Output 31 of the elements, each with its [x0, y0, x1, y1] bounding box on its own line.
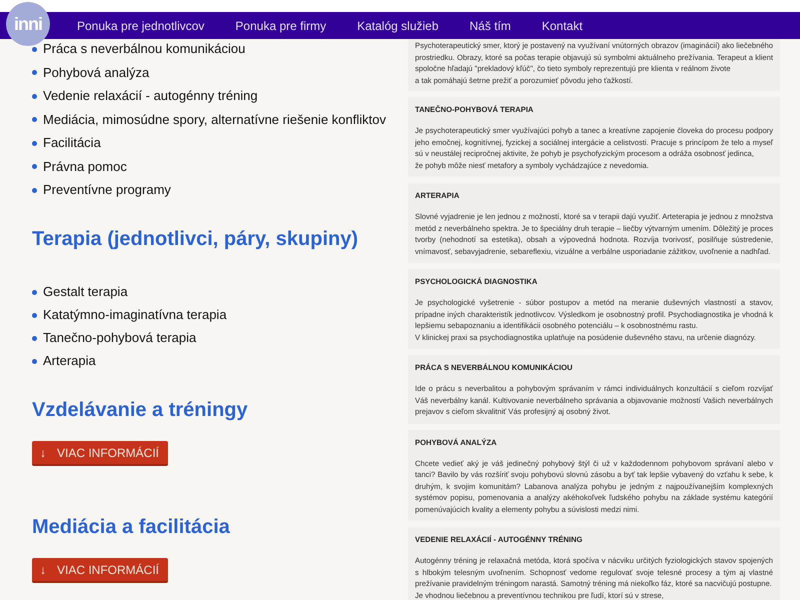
- list-item: Facilitácia: [43, 134, 101, 152]
- section-heading: Terapia (jednotlivci, páry, skupiny): [32, 227, 358, 252]
- nav-link[interactable]: Kontakt: [542, 16, 583, 34]
- bullet-icon: [32, 164, 37, 169]
- bullet-icon: [32, 140, 37, 146]
- section-heading: Vzdelávanie a tréningy: [32, 398, 248, 423]
- bullet-icon: [32, 290, 37, 294]
- list-item: Preventívne programy: [43, 181, 171, 200]
- more-info-button[interactable]: ↓ VIAC INFORMÁCIÍ: [32, 441, 168, 466]
- bullet-icon: [32, 117, 37, 122]
- list-item: Arterapia: [43, 352, 96, 370]
- list-item: Vedenie relaxácií - autogénny tréning: [43, 87, 258, 106]
- list-item: Gestalt terapia: [43, 283, 128, 302]
- list-item: Mediácia, mimosúdne spory, alternatívne riešenie konfliktov: [43, 110, 386, 129]
- nav-link[interactable]: Náš tím: [470, 16, 511, 34]
- list-item: Právna pomoc: [43, 158, 127, 176]
- list-item: Tanečno-pohybová terapia: [43, 329, 196, 348]
- section-heading: Mediácia a facilitácia: [32, 515, 230, 540]
- bullet-icon: [32, 70, 37, 75]
- bullet-icon: [32, 312, 37, 318]
- bullet-icon: [32, 94, 37, 98]
- nav-link[interactable]: Ponuka pre jednotlivcov: [77, 16, 204, 34]
- nav-link[interactable]: Ponuka pre firmy: [235, 16, 326, 34]
- list-item: Pohybová analýza: [43, 64, 150, 82]
- bullet-icon: [32, 336, 37, 340]
- bullet-icon: [32, 46, 37, 52]
- bullet-icon: [32, 358, 37, 364]
- bullet-icon: [32, 188, 37, 192]
- more-info-button[interactable]: ↓ VIAC INFORMÁCIÍ: [32, 558, 168, 583]
- nav-link[interactable]: Katalóg služieb: [357, 16, 439, 34]
- list-item: Katatýmno-imaginatívna terapia: [43, 306, 227, 324]
